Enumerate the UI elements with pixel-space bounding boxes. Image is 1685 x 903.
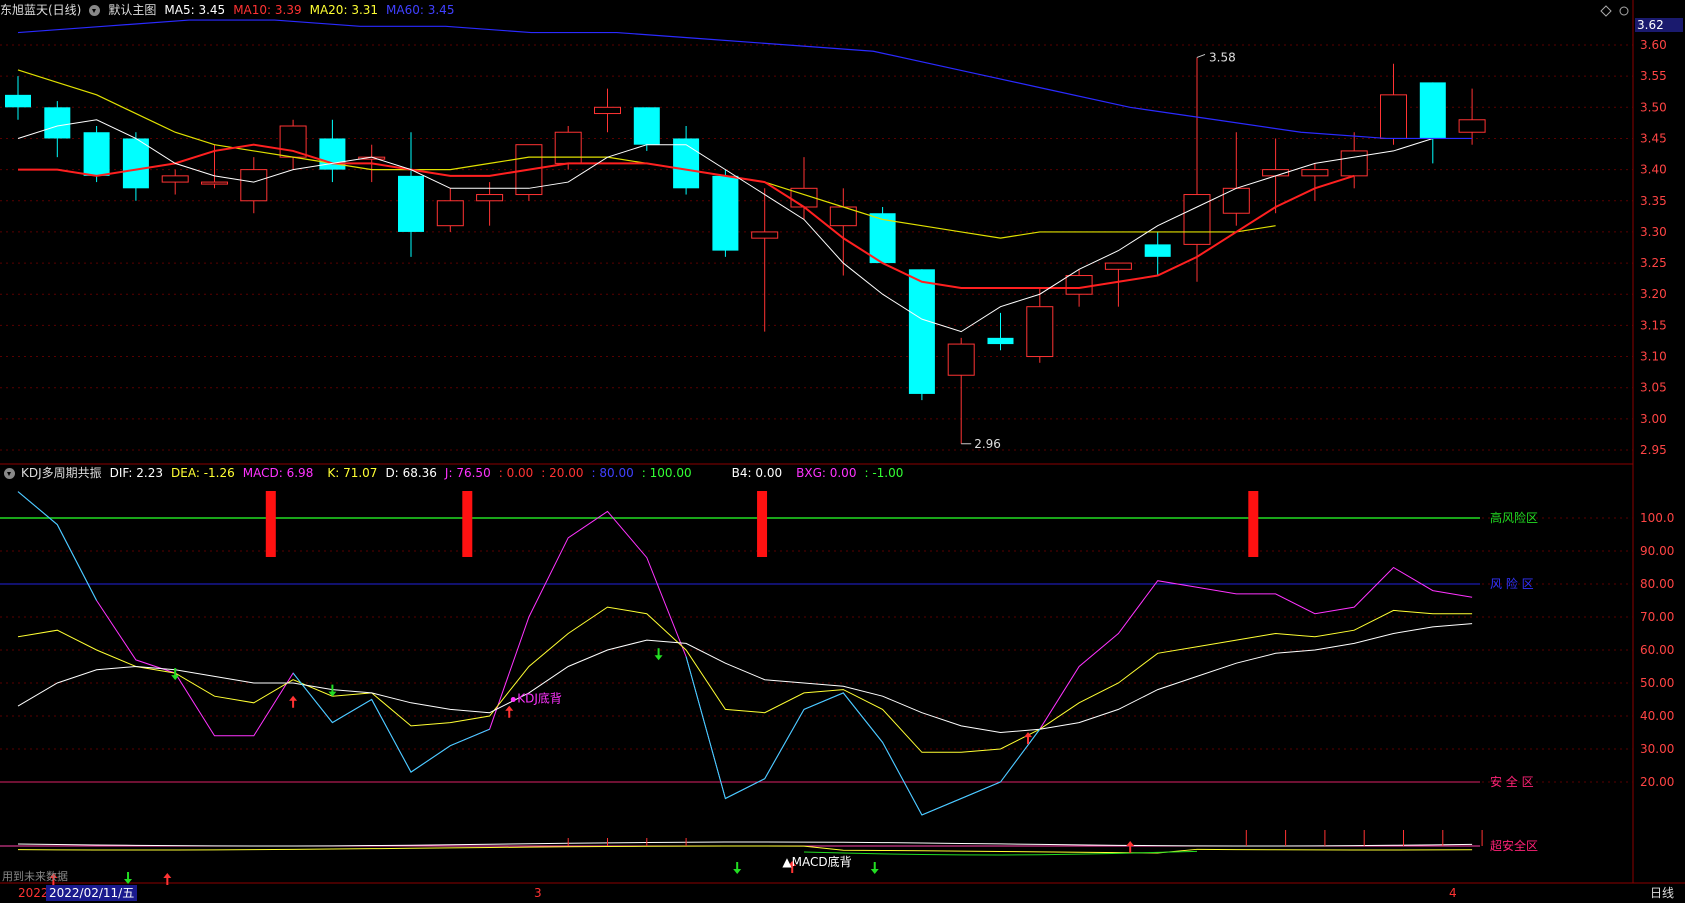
price-annotations: 3.58 2.96 — [961, 50, 1236, 451]
candle-body — [161, 175, 189, 183]
candle-body — [633, 107, 660, 145]
price-tick-label: 3.50 — [1640, 100, 1667, 114]
buy-arrow-icon — [505, 705, 514, 718]
price-tick-label: 3.10 — [1640, 350, 1667, 364]
candle-body — [712, 175, 739, 251]
month-mark-2: 4 — [1449, 886, 1457, 900]
signal-bar — [265, 491, 276, 557]
price-tick-label: 3.60 — [1640, 38, 1667, 52]
candle-body — [1144, 244, 1171, 257]
kdj-tick-label: 90.00 — [1640, 544, 1674, 558]
candle-body — [1340, 150, 1368, 177]
candle-body — [436, 200, 464, 227]
moving-averages — [17, 19, 1473, 333]
buy-arrow-icon — [1126, 841, 1135, 853]
high-pointer — [1196, 53, 1206, 58]
axis-labels: 3.60 3.55 3.50 3.45 3.40 3.35 3.30 3.25 3.20 3.15… — [1640, 38, 1674, 789]
candle-body — [554, 131, 582, 164]
candlesticks — [5, 57, 1486, 444]
high-price-label: 3.58 — [1209, 50, 1236, 64]
macd-green-line — [803, 850, 1198, 856]
price-tick-label: 2.95 — [1640, 443, 1667, 457]
price-tick-label: 3.25 — [1640, 256, 1667, 270]
candle-body — [987, 337, 1014, 345]
candle-body — [201, 181, 228, 185]
candle-body — [751, 231, 779, 239]
sell-arrow-icon — [870, 862, 879, 874]
candle-body — [240, 169, 268, 202]
low-price-label: 2.96 — [974, 437, 1001, 451]
price-tick-label: 3.05 — [1640, 381, 1667, 395]
candle-body — [1301, 169, 1329, 177]
settings-dot-icon[interactable] — [1619, 6, 1629, 16]
status-note: 用到未来数据 — [2, 870, 68, 883]
candle-body — [122, 138, 149, 189]
price-tick-label: 3.35 — [1640, 194, 1667, 208]
selected-date[interactable]: 2022/02/11/五 — [46, 885, 138, 901]
candle-body — [947, 343, 975, 376]
signal-bar — [757, 491, 768, 557]
sell-arrow-icon — [733, 862, 742, 874]
price-tick-label: 3.30 — [1640, 225, 1667, 239]
high-risk-label: 高风险区 — [1490, 510, 1538, 525]
candle-body — [594, 106, 621, 115]
price-tick-label: 3.20 — [1640, 287, 1667, 301]
candle-body — [1419, 82, 1446, 139]
kdj-tick-label: 30.00 — [1640, 742, 1674, 756]
candle-body — [1065, 275, 1093, 295]
kdj-tick-label: 50.00 — [1640, 676, 1674, 690]
super-safe-label: 超安全区 — [1490, 838, 1538, 853]
candle-body — [1458, 119, 1486, 133]
candle-body — [1104, 262, 1132, 270]
kdj-lines — [17, 491, 1483, 856]
date-start: 2022 — [18, 886, 49, 900]
macd-dif-line — [17, 841, 1473, 847]
kdj-tick-label: 100.0 — [1640, 511, 1674, 525]
signal-bar — [1248, 491, 1259, 557]
ma60-line — [17, 19, 1473, 140]
candle-body — [398, 175, 424, 232]
macd-divergence-label: ▲MACD底背 — [782, 854, 851, 869]
macd-dea-line — [17, 845, 1473, 854]
buy-arrow-icon — [289, 695, 298, 708]
kdj-divergence-dot — [510, 697, 516, 702]
kdj-tick-label: 70.00 — [1640, 610, 1674, 624]
price-tick-label: 3.00 — [1640, 412, 1667, 426]
month-mark-1: 3 — [534, 886, 542, 900]
diamond-icon[interactable] — [1600, 5, 1612, 17]
candle-body — [1183, 194, 1211, 245]
candle-body — [476, 194, 504, 202]
candle-body — [1222, 187, 1250, 214]
price-tick-label: 3.55 — [1640, 69, 1667, 83]
price-tick-label: 3.15 — [1640, 318, 1667, 332]
candle-body — [5, 94, 31, 108]
safe-label: 安 全 区 — [1490, 774, 1534, 789]
kdj-grid: 高风险区风 险 区安 全 区超安全区 — [0, 491, 1633, 853]
current-price-badge: 3.62 — [1635, 18, 1683, 32]
risk-label: 风 险 区 — [1490, 576, 1534, 591]
candle-body — [1380, 94, 1407, 139]
chart-canvas[interactable]: 3.58 2.96 高风险区风 险 区安 全 区超安全区 KDJ底背 ▲MACD底背… — [0, 0, 1685, 903]
candle-body — [279, 125, 307, 158]
period-button[interactable]: 日线 — [1650, 884, 1674, 902]
price-tick-label: 3.45 — [1640, 131, 1667, 145]
kdj-cyan-line — [685, 656, 1041, 816]
signal-bar — [462, 491, 473, 557]
candle-body — [44, 107, 71, 139]
sell-arrow-icon — [124, 872, 133, 884]
candle-body — [83, 132, 110, 176]
kdj-tick-label: 20.00 — [1640, 775, 1674, 789]
kdj-tick-label: 40.00 — [1640, 709, 1674, 723]
kdj-tick-label: 80.00 — [1640, 577, 1674, 591]
candle-body — [1026, 306, 1054, 358]
candle-body — [908, 269, 935, 394]
kdj-divergence-label: KDJ底背 — [517, 691, 562, 706]
price-tick-label: 3.40 — [1640, 163, 1667, 177]
kdj-tick-label: 60.00 — [1640, 643, 1674, 657]
candle-body — [673, 138, 700, 189]
